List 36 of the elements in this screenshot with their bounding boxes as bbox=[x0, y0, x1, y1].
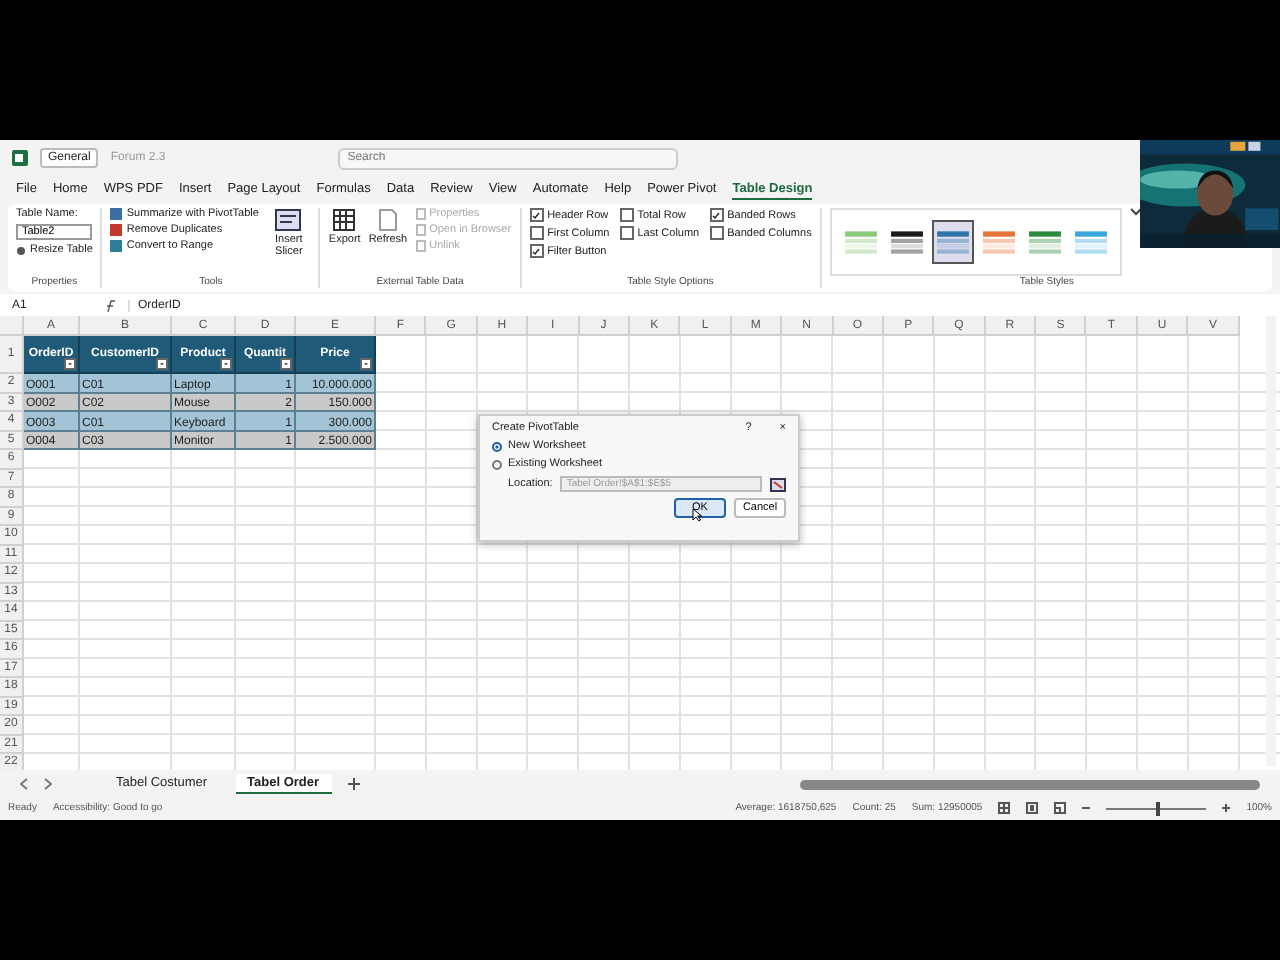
add-sheet-icon bbox=[347, 778, 360, 790]
next-sheet-icon bbox=[44, 778, 52, 790]
checkbox-box[interactable] bbox=[529, 226, 544, 240]
checkbox-box[interactable] bbox=[709, 208, 724, 222]
zoom-slider-thumb[interactable] bbox=[1156, 801, 1161, 815]
checkbox-box[interactable] bbox=[529, 208, 544, 222]
page-layout-icon bbox=[1026, 802, 1039, 814]
mouse-cursor-icon bbox=[692, 508, 702, 522]
excel-logo-icon bbox=[12, 150, 28, 166]
filter-dropdown-button[interactable] bbox=[280, 358, 292, 370]
convert-range-icon bbox=[110, 240, 123, 252]
filter-dropdown-button[interactable] bbox=[156, 358, 168, 370]
table-export-icon bbox=[332, 208, 357, 232]
page-break-icon bbox=[1054, 802, 1067, 814]
radio-button[interactable] bbox=[492, 441, 502, 451]
remove-duplicates-icon bbox=[110, 224, 123, 236]
document-refresh-icon bbox=[375, 208, 400, 232]
pivot-table-icon bbox=[110, 208, 123, 220]
checkbox-box[interactable] bbox=[529, 244, 544, 258]
range-select-icon bbox=[770, 477, 786, 491]
filter-dropdown-button[interactable] bbox=[360, 358, 372, 370]
previous-sheet-icon bbox=[20, 778, 28, 790]
radio-button[interactable] bbox=[492, 459, 502, 469]
filter-dropdown-button[interactable] bbox=[64, 358, 76, 370]
zoom-in-icon bbox=[1222, 804, 1231, 812]
normal-view-icon bbox=[998, 802, 1011, 814]
checkbox-box[interactable] bbox=[709, 226, 724, 240]
filter-dropdown-button[interactable] bbox=[220, 358, 232, 370]
checkbox-box[interactable] bbox=[619, 226, 634, 240]
chevron-down-icon bbox=[1129, 208, 1142, 216]
checkbox-box[interactable] bbox=[619, 208, 634, 222]
horizontal-scrollbar[interactable] bbox=[800, 779, 1260, 789]
zoom-out-icon bbox=[1082, 804, 1091, 812]
table-style-swatch[interactable] bbox=[931, 220, 974, 264]
slicer-icon bbox=[274, 208, 303, 232]
function-icon bbox=[104, 299, 120, 311]
